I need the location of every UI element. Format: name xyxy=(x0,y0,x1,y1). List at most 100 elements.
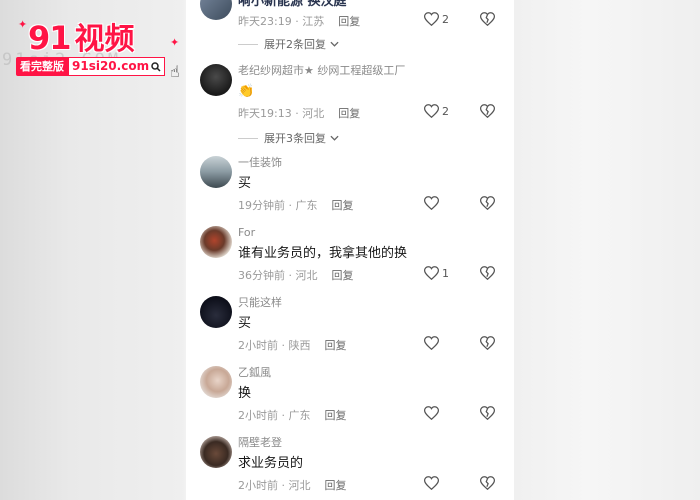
avatar[interactable] xyxy=(200,296,232,328)
heart-icon xyxy=(424,336,439,350)
comment-meta: 19分钟前 · 广东 回复 xyxy=(238,199,354,212)
heart-icon xyxy=(424,406,439,420)
comment-meta: 2小时前 · 广东 回复 xyxy=(238,409,347,422)
comment-item: 一佳装饰买 19分钟前 · 广东 回复 xyxy=(200,156,500,226)
broken-heart-icon xyxy=(480,336,495,350)
comment-region: 陕西 xyxy=(288,339,311,352)
broken-heart-icon xyxy=(480,104,495,118)
watermark-brand-cn: 视频 xyxy=(74,22,135,57)
dislike-button[interactable] xyxy=(480,336,500,350)
reply-button[interactable]: 回复 xyxy=(338,15,360,28)
avatar[interactable] xyxy=(200,156,232,188)
comment-time: 2小时前 xyxy=(238,339,278,352)
sparkle-icon: ✦ xyxy=(170,36,180,49)
avatar[interactable] xyxy=(200,0,232,20)
comment-body: 老纪纱网超市★ 纱网工程超级工厂 👏 昨天19:13 · 河北 回复 xyxy=(238,64,500,121)
comment-author[interactable]: 一佳装饰 xyxy=(238,156,500,170)
broken-heart-icon xyxy=(480,406,495,420)
like-count: 2 xyxy=(442,104,449,118)
comment-meta: 2小时前 · 河北 回复 xyxy=(238,479,347,492)
comment-time: 36分钟前 xyxy=(238,269,285,282)
comment-author[interactable]: 只能这样 xyxy=(238,296,500,310)
comment-item: For 谁有业务员的，我拿其他的换 36分钟前 · 河北 回复 1 xyxy=(200,226,500,296)
watermark-brand-num: 91 xyxy=(28,19,72,57)
avatar[interactable] xyxy=(200,226,232,258)
comment-time: 2小时前 xyxy=(238,409,278,422)
comment-text: 嗬小新能源 换汉庭 xyxy=(238,0,347,9)
reply-button[interactable]: 回复 xyxy=(325,479,347,492)
comment-author[interactable]: 乙鈲風 xyxy=(238,366,500,380)
dislike-button[interactable] xyxy=(480,406,500,420)
expand-replies-button[interactable]: 展开3条回复 xyxy=(238,130,339,146)
comment-text: 👏 xyxy=(238,84,255,99)
like-button[interactable]: 2 xyxy=(424,104,454,118)
expand-replies-label: 展开2条回复 xyxy=(264,38,326,51)
comment-meta: 2小时前 · 陕西 回复 xyxy=(238,339,347,352)
avatar[interactable] xyxy=(200,366,232,398)
comment-item: 隔壁老登 求业务员的 2小时前 · 河北 回复 xyxy=(200,436,500,500)
comment-meta: 昨天19:13 · 河北 回复 xyxy=(238,107,361,120)
broken-heart-icon xyxy=(480,196,495,210)
comment-region: 广东 xyxy=(288,409,311,422)
comment-meta: 昨天23:19 · 江苏 回复 xyxy=(238,15,361,28)
comment-time: 2小时前 xyxy=(238,479,278,492)
like-count: 2 xyxy=(442,12,449,26)
dislike-button[interactable] xyxy=(480,476,500,490)
like-button[interactable]: 1 xyxy=(424,266,454,280)
comment-region: 河北 xyxy=(288,479,311,492)
chevron-down-icon xyxy=(330,135,339,141)
avatar[interactable] xyxy=(200,436,232,468)
comment-text: 买 xyxy=(238,176,252,191)
background-right xyxy=(514,0,700,500)
comment-author[interactable]: For xyxy=(238,226,500,240)
divider-line xyxy=(238,137,258,139)
hand-cursor-icon: ☝ xyxy=(170,62,180,81)
comment-time: 昨天23:19 xyxy=(238,15,292,28)
like-button[interactable] xyxy=(424,196,454,210)
watermark-brand: 91 视频 xyxy=(28,14,135,58)
like-count: 1 xyxy=(442,266,449,280)
comment-region: 江苏 xyxy=(302,15,325,28)
heart-icon xyxy=(424,476,439,490)
broken-heart-icon xyxy=(480,12,495,26)
avatar[interactable] xyxy=(200,64,232,96)
comment-time: 19分钟前 xyxy=(238,199,285,212)
dislike-button[interactable] xyxy=(480,266,500,280)
reply-button[interactable]: 回复 xyxy=(338,107,360,120)
like-button[interactable]: 2 xyxy=(424,12,454,26)
expand-replies-label: 展开3条回复 xyxy=(264,132,326,145)
comment-author[interactable]: 老纪纱网超市★ 纱网工程超级工厂 xyxy=(238,64,500,78)
like-button[interactable] xyxy=(424,336,454,350)
watermark-tag: 看完整版 xyxy=(16,57,68,76)
comment-meta: 36分钟前 · 河北 回复 xyxy=(238,269,354,282)
comment-body: 隔壁老登 求业务员的 2小时前 · 河北 回复 xyxy=(238,436,500,493)
comment-text: 求业务员的 xyxy=(238,456,304,471)
watermark-logo: 91si2.COM 91视频 ✦ ✦ 看完整版 91si20.com xyxy=(0,14,190,94)
dislike-button[interactable] xyxy=(480,104,500,118)
reply-button[interactable]: 回复 xyxy=(332,269,354,282)
comment-time: 昨天19:13 xyxy=(238,107,292,120)
comment-author[interactable]: 隔壁老登 xyxy=(238,436,500,450)
comment-body: For 谁有业务员的，我拿其他的换 36分钟前 · 河北 回复 xyxy=(238,226,500,283)
dislike-button[interactable] xyxy=(480,12,500,26)
comment-item: 只能这样买 2小时前 · 陕西 回复 xyxy=(200,296,500,366)
reply-button[interactable]: 回复 xyxy=(332,199,354,212)
comment-region: 广东 xyxy=(295,199,318,212)
watermark-url: 91si20.com xyxy=(68,57,166,76)
expand-replies-button[interactable]: 展开2条回复 xyxy=(238,36,339,52)
reply-button[interactable]: 回复 xyxy=(325,409,347,422)
dislike-button[interactable] xyxy=(480,196,500,210)
comment-text: 谁有业务员的，我拿其他的换 xyxy=(238,246,408,261)
like-button[interactable] xyxy=(424,476,454,490)
broken-heart-icon xyxy=(480,476,495,490)
comment-body: 乙鈲風换 2小时前 · 广东 回复 xyxy=(238,366,500,423)
heart-icon xyxy=(424,196,439,210)
comment-body: 一佳装饰买 19分钟前 · 广东 回复 xyxy=(238,156,500,213)
like-button[interactable] xyxy=(424,406,454,420)
search-icon xyxy=(151,61,161,72)
comment-body: 只能这样买 2小时前 · 陕西 回复 xyxy=(238,296,500,353)
reply-button[interactable]: 回复 xyxy=(325,339,347,352)
comment-text: 买 xyxy=(238,316,252,331)
divider-line xyxy=(238,43,258,45)
broken-heart-icon xyxy=(480,266,495,280)
